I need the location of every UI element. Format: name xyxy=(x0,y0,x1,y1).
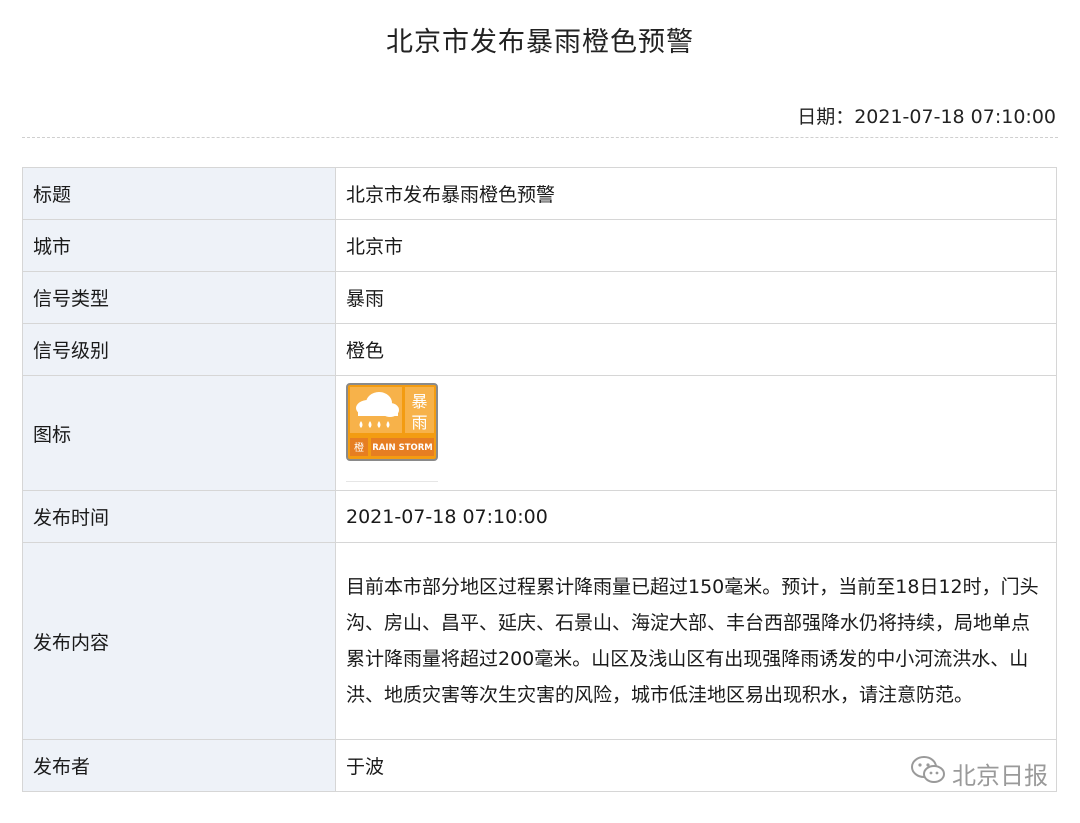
table-row: 标题 北京市发布暴雨橙色预警 xyxy=(22,167,1057,220)
svg-text:雨: 雨 xyxy=(411,413,427,432)
row-value-city: 北京市 xyxy=(335,219,1057,272)
page-title: 北京市发布暴雨橙色预警 xyxy=(386,27,694,58)
table-row: 发布时间 2021-07-18 07:10:00 xyxy=(22,490,1057,543)
warning-info-table: 标题 北京市发布暴雨橙色预警 城市 北京市 信号类型 暴雨 信号级别 橙色 图标 xyxy=(22,167,1057,792)
row-value-publish-time: 2021-07-18 07:10:00 xyxy=(335,490,1057,543)
rainstorm-orange-warning-icon: 暴 雨 橙 RAIN STORM xyxy=(346,383,438,483)
row-value-icon: 暴 雨 橙 RAIN STORM xyxy=(335,375,1057,491)
table-row: 城市 北京市 xyxy=(22,219,1057,272)
icon-underline xyxy=(346,481,438,482)
content-text: 目前本市部分地区过程累计降雨量已超过150毫米。预计，当前至18日12时，门头沟… xyxy=(346,576,1039,706)
rainstorm-icon: 暴 雨 橙 RAIN STORM xyxy=(346,383,438,461)
svg-text:暴: 暴 xyxy=(411,392,427,411)
row-label-icon: 图标 xyxy=(22,375,336,491)
divider xyxy=(22,137,1058,138)
watermark: 北京日报 xyxy=(910,755,1048,791)
watermark-text: 北京日报 xyxy=(952,761,1048,790)
row-value-signal-type: 暴雨 xyxy=(335,271,1057,324)
svg-text:橙: 橙 xyxy=(354,441,364,454)
table-row: 信号级别 橙色 xyxy=(22,323,1057,376)
wechat-icon xyxy=(910,755,946,791)
publish-date: 日期：2021-07-18 07:10:00 xyxy=(797,106,1056,128)
row-label-signal-type: 信号类型 xyxy=(22,271,336,324)
row-value-content: 目前本市部分地区过程累计降雨量已超过150毫米。预计，当前至18日12时，门头沟… xyxy=(335,542,1057,740)
row-label-content: 发布内容 xyxy=(22,542,336,740)
row-label-publisher: 发布者 xyxy=(22,739,336,792)
row-value-signal-level: 橙色 xyxy=(335,323,1057,376)
row-label-publish-time: 发布时间 xyxy=(22,490,336,543)
table-row: 图标 暴 雨 橙 RAIN STORM xyxy=(22,375,1057,491)
row-value-title: 北京市发布暴雨橙色预警 xyxy=(335,167,1057,220)
row-label-title: 标题 xyxy=(22,167,336,220)
row-label-city: 城市 xyxy=(22,219,336,272)
table-row: 发布内容 目前本市部分地区过程累计降雨量已超过150毫米。预计，当前至18日12… xyxy=(22,542,1057,740)
svg-text:RAIN STORM: RAIN STORM xyxy=(372,443,433,453)
row-label-signal-level: 信号级别 xyxy=(22,323,336,376)
table-row: 发布者 于波 xyxy=(22,739,1057,792)
table-row: 信号类型 暴雨 xyxy=(22,271,1057,324)
